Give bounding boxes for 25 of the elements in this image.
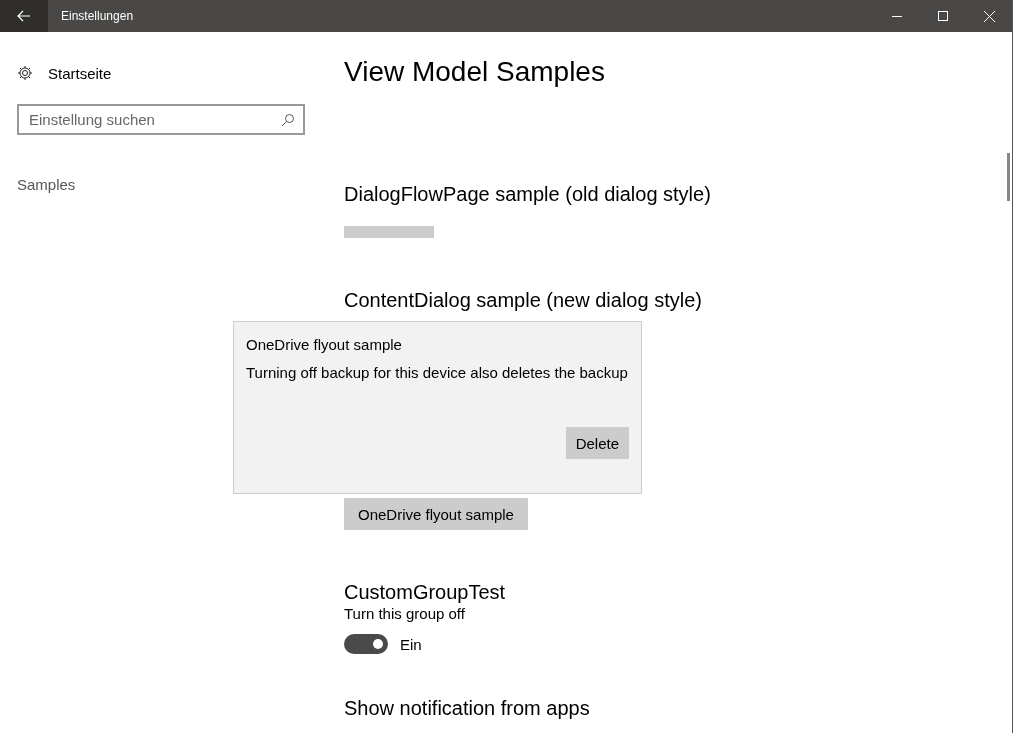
section-heading: CustomGroupTest xyxy=(344,580,506,605)
flyout-title: OneDrive flyout sample xyxy=(246,336,403,354)
toggle-switch[interactable] xyxy=(344,634,388,654)
toggle-state-label: Ein xyxy=(400,635,422,653)
back-button[interactable] xyxy=(0,0,48,32)
home-link[interactable]: Startseite xyxy=(48,64,112,82)
toggle-description: Turn this group off xyxy=(344,604,465,624)
nav-item[interactable]: Samples xyxy=(17,176,344,193)
maximize-icon xyxy=(938,11,948,21)
flyout-message: Turning off backup for this device also deletes the backup xyxy=(246,364,629,382)
section-heading: Show notification from apps xyxy=(344,696,590,721)
window-title: Einstellungen xyxy=(61,9,135,23)
blank-button[interactable] xyxy=(344,226,434,238)
close-icon xyxy=(983,10,995,22)
back-arrow-icon xyxy=(17,10,31,22)
search-field[interactable]: Einstellung suchen xyxy=(17,104,305,135)
section-heading: ContentDialog sample (new dialog style) xyxy=(344,288,702,313)
minimize-icon xyxy=(892,15,902,17)
search-icon xyxy=(281,113,295,127)
section-heading: DialogFlowPage sample (old dialog style) xyxy=(344,182,711,207)
page-title: View Model Samples xyxy=(344,55,606,89)
flyout-button[interactable]: OneDrive flyout sample xyxy=(344,498,528,530)
settings-icon xyxy=(17,65,33,81)
scrollbar[interactable] xyxy=(1007,153,1010,201)
delete-button[interactable]: Delete xyxy=(565,427,629,459)
